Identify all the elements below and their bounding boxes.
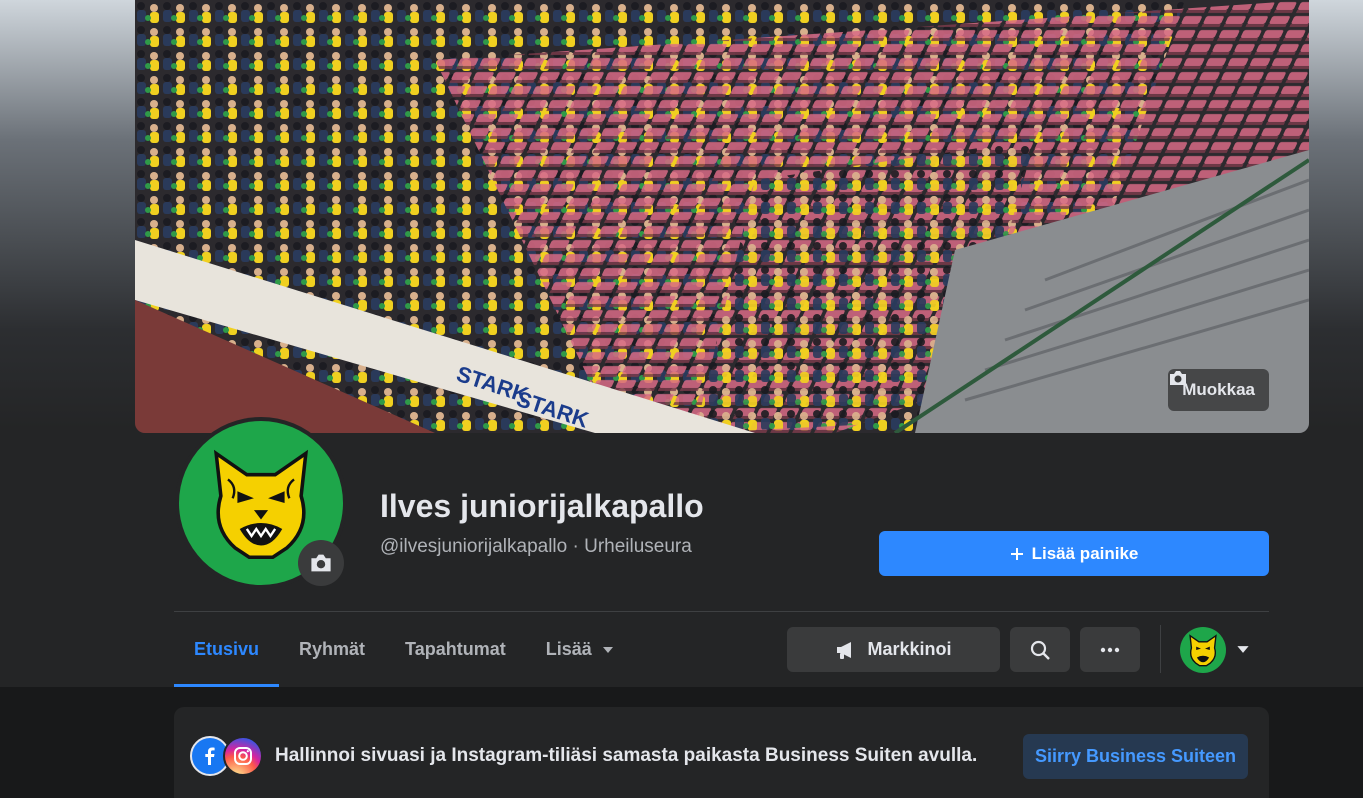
camera-icon bbox=[311, 554, 331, 572]
page-title: Ilves juniorijalkapallo bbox=[380, 488, 704, 524]
business-suite-banner-text: Hallinnoi sivuasi ja Instagram-tiliäsi s… bbox=[275, 745, 978, 766]
edit-cover-button[interactable]: Muokkaa bbox=[1168, 369, 1269, 411]
update-profile-picture-button[interactable] bbox=[298, 540, 344, 586]
edit-cover-label: Muokkaa bbox=[1182, 380, 1255, 399]
action-separator bbox=[1160, 625, 1161, 673]
go-to-business-suite-label: Siirry Business Suiteen bbox=[1034, 746, 1237, 766]
avatar bbox=[1180, 626, 1226, 673]
tab-ryhmat[interactable]: Ryhmät bbox=[279, 612, 385, 687]
switch-profile-button[interactable] bbox=[1180, 626, 1250, 673]
camera-icon bbox=[1170, 371, 1187, 385]
banner-icons bbox=[190, 736, 266, 778]
tab-tapahtumat[interactable]: Tapahtumat bbox=[385, 612, 526, 687]
plus-icon bbox=[1010, 547, 1023, 560]
more-icon bbox=[1100, 647, 1120, 652]
stadium-crowd-image: STARK STARK bbox=[135, 0, 1309, 433]
search-button[interactable] bbox=[1010, 627, 1070, 672]
page-handle-category: @ilvesjuniorijalkapallo · Urheiluseura bbox=[380, 536, 692, 557]
promote-label: Markkinoi bbox=[867, 639, 952, 659]
tab-label: Etusivu bbox=[194, 639, 260, 659]
cover-photo: STARK STARK Muokkaa bbox=[135, 0, 1309, 433]
tab-label: Ryhmät bbox=[299, 639, 366, 659]
tab-more[interactable]: Lisää bbox=[526, 612, 634, 687]
go-to-business-suite-button[interactable]: Siirry Business Suiteen bbox=[1023, 734, 1248, 779]
lynx-logo-icon bbox=[213, 449, 309, 560]
tab-label: Lisää bbox=[545, 639, 592, 659]
page-tabs: Etusivu Ryhmät Tapahtumat Lisää bbox=[174, 612, 634, 687]
more-options-button[interactable] bbox=[1080, 627, 1140, 672]
add-button-label: Lisää painike bbox=[1031, 543, 1139, 563]
promote-button[interactable]: Markkinoi bbox=[787, 627, 1000, 672]
add-button-button[interactable]: Lisää painike bbox=[879, 531, 1269, 576]
caret-down-icon bbox=[1237, 646, 1249, 653]
instagram-icon bbox=[223, 736, 263, 776]
search-icon bbox=[1030, 640, 1050, 660]
megaphone-icon bbox=[837, 641, 852, 659]
tab-label: Tapahtumat bbox=[405, 639, 506, 659]
caret-down-icon bbox=[602, 646, 613, 653]
lynx-logo-icon bbox=[1189, 633, 1217, 666]
tab-etusivu[interactable]: Etusivu bbox=[174, 612, 280, 687]
